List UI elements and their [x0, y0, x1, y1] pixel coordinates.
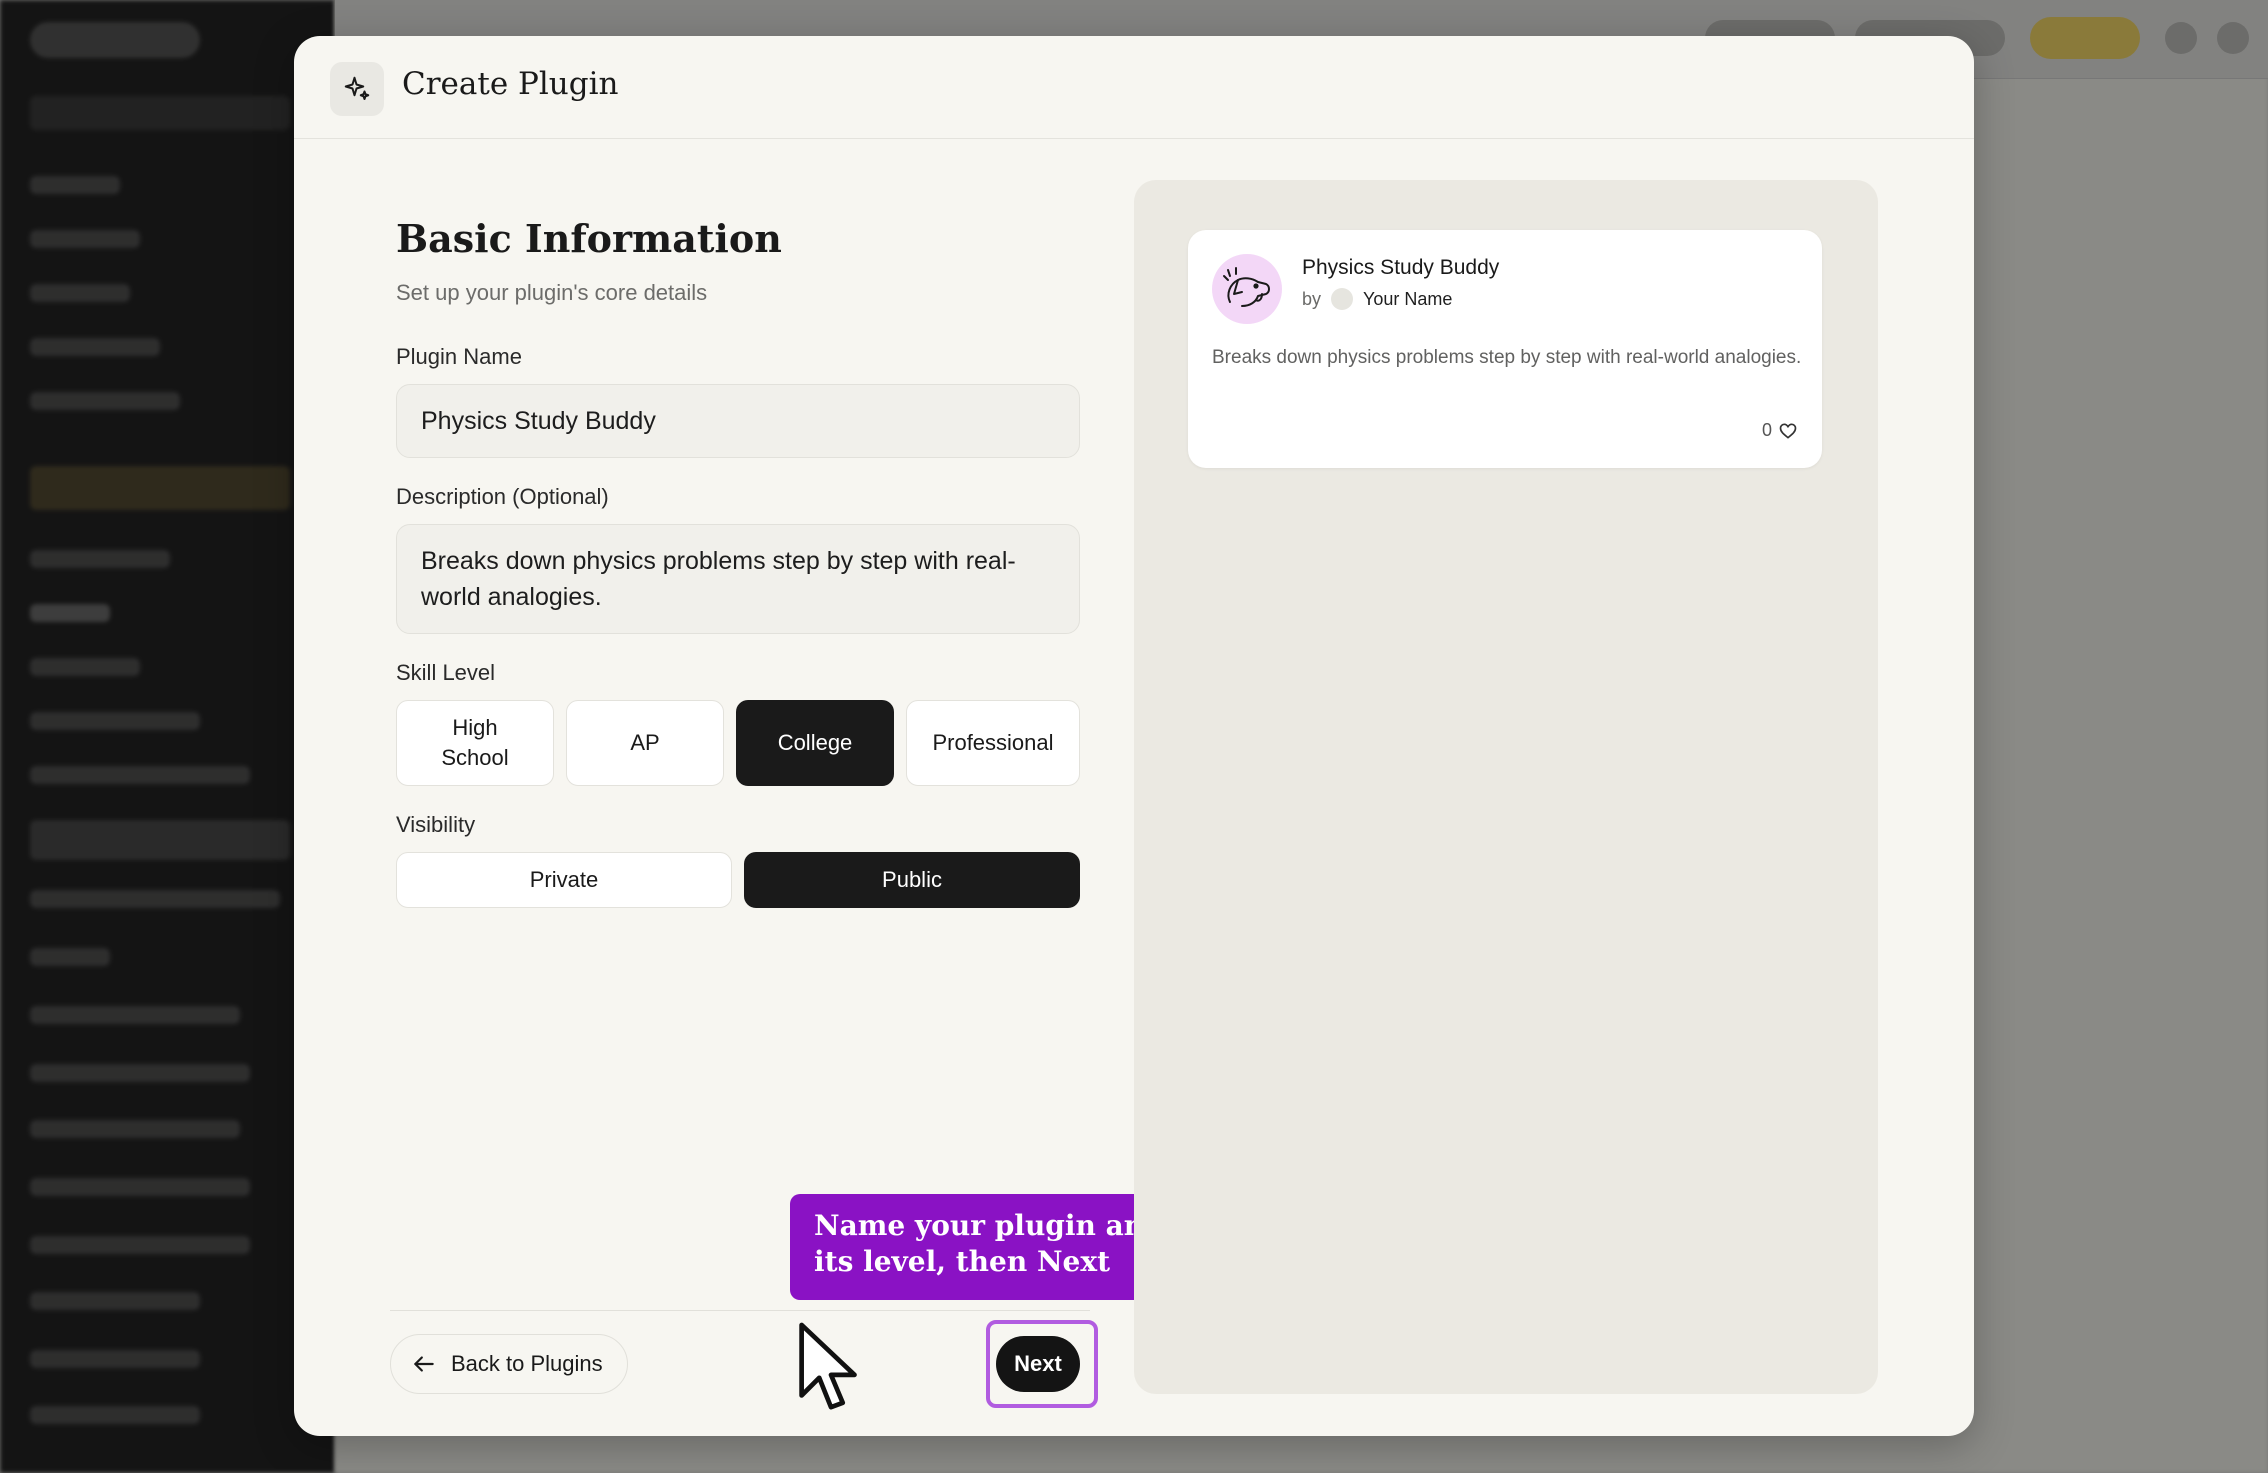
plugin-preview-card: Physics Study Buddy by Your Name Breaks …: [1188, 230, 1822, 468]
plugin-avatar-dog-icon: [1212, 254, 1282, 324]
background-sidebar: [0, 0, 335, 1473]
preview-likes[interactable]: 0: [1762, 420, 1798, 441]
preview-plugin-name: Physics Study Buddy: [1302, 256, 1500, 279]
by-prefix: by: [1302, 288, 1322, 309]
footer-divider: [390, 1310, 1090, 1311]
section-subtitle: Set up your plugin's core details: [396, 280, 708, 305]
likes-count: 0: [1761, 420, 1772, 440]
plugin-preview-panel: Physics Study Buddy by Your Name Breaks …: [1134, 180, 1878, 1394]
arrow-left-icon: [414, 1356, 434, 1372]
plugin-name-input[interactable]: Physics Study Buddy: [396, 384, 1080, 458]
description-label: Description (Optional): [396, 484, 609, 509]
skill-option-college[interactable]: College: [736, 700, 894, 786]
skill-level-label: Skill Level: [396, 660, 496, 685]
description-textarea[interactable]: Breaks down physics problems step by ste…: [396, 524, 1080, 634]
preview-author-name: Your Name: [1363, 288, 1453, 309]
plugin-name-label: Plugin Name: [396, 344, 522, 369]
visibility-option-public[interactable]: Public: [744, 852, 1080, 908]
visibility-label: Visibility: [396, 812, 476, 837]
modal-header: Create Plugin: [294, 36, 1974, 139]
preview-author-line: by Your Name: [1302, 288, 1452, 310]
next-button-highlight: Next: [986, 1320, 1098, 1408]
section-title: Basic Information: [396, 216, 782, 261]
skill-option-high-school[interactable]: High School: [396, 700, 554, 786]
heart-icon: [1779, 423, 1797, 438]
preview-description: Breaks down physics problems step by ste…: [1212, 347, 1802, 368]
author-avatar: [1331, 288, 1354, 310]
skill-option-professional[interactable]: Professional: [906, 700, 1080, 786]
sparkle-icon: [330, 62, 384, 116]
back-button-label: Back to Plugins: [451, 1351, 603, 1376]
skill-option-ap[interactable]: AP: [566, 700, 724, 786]
back-to-plugins-button[interactable]: Back to Plugins: [390, 1334, 628, 1394]
next-button[interactable]: Next: [996, 1336, 1080, 1392]
create-plugin-modal: Create Plugin Basic Information Set up y…: [294, 36, 1974, 1436]
mouse-cursor-icon: [799, 1322, 857, 1410]
modal-title: Create Plugin: [402, 66, 619, 102]
visibility-option-private[interactable]: Private: [396, 852, 732, 908]
